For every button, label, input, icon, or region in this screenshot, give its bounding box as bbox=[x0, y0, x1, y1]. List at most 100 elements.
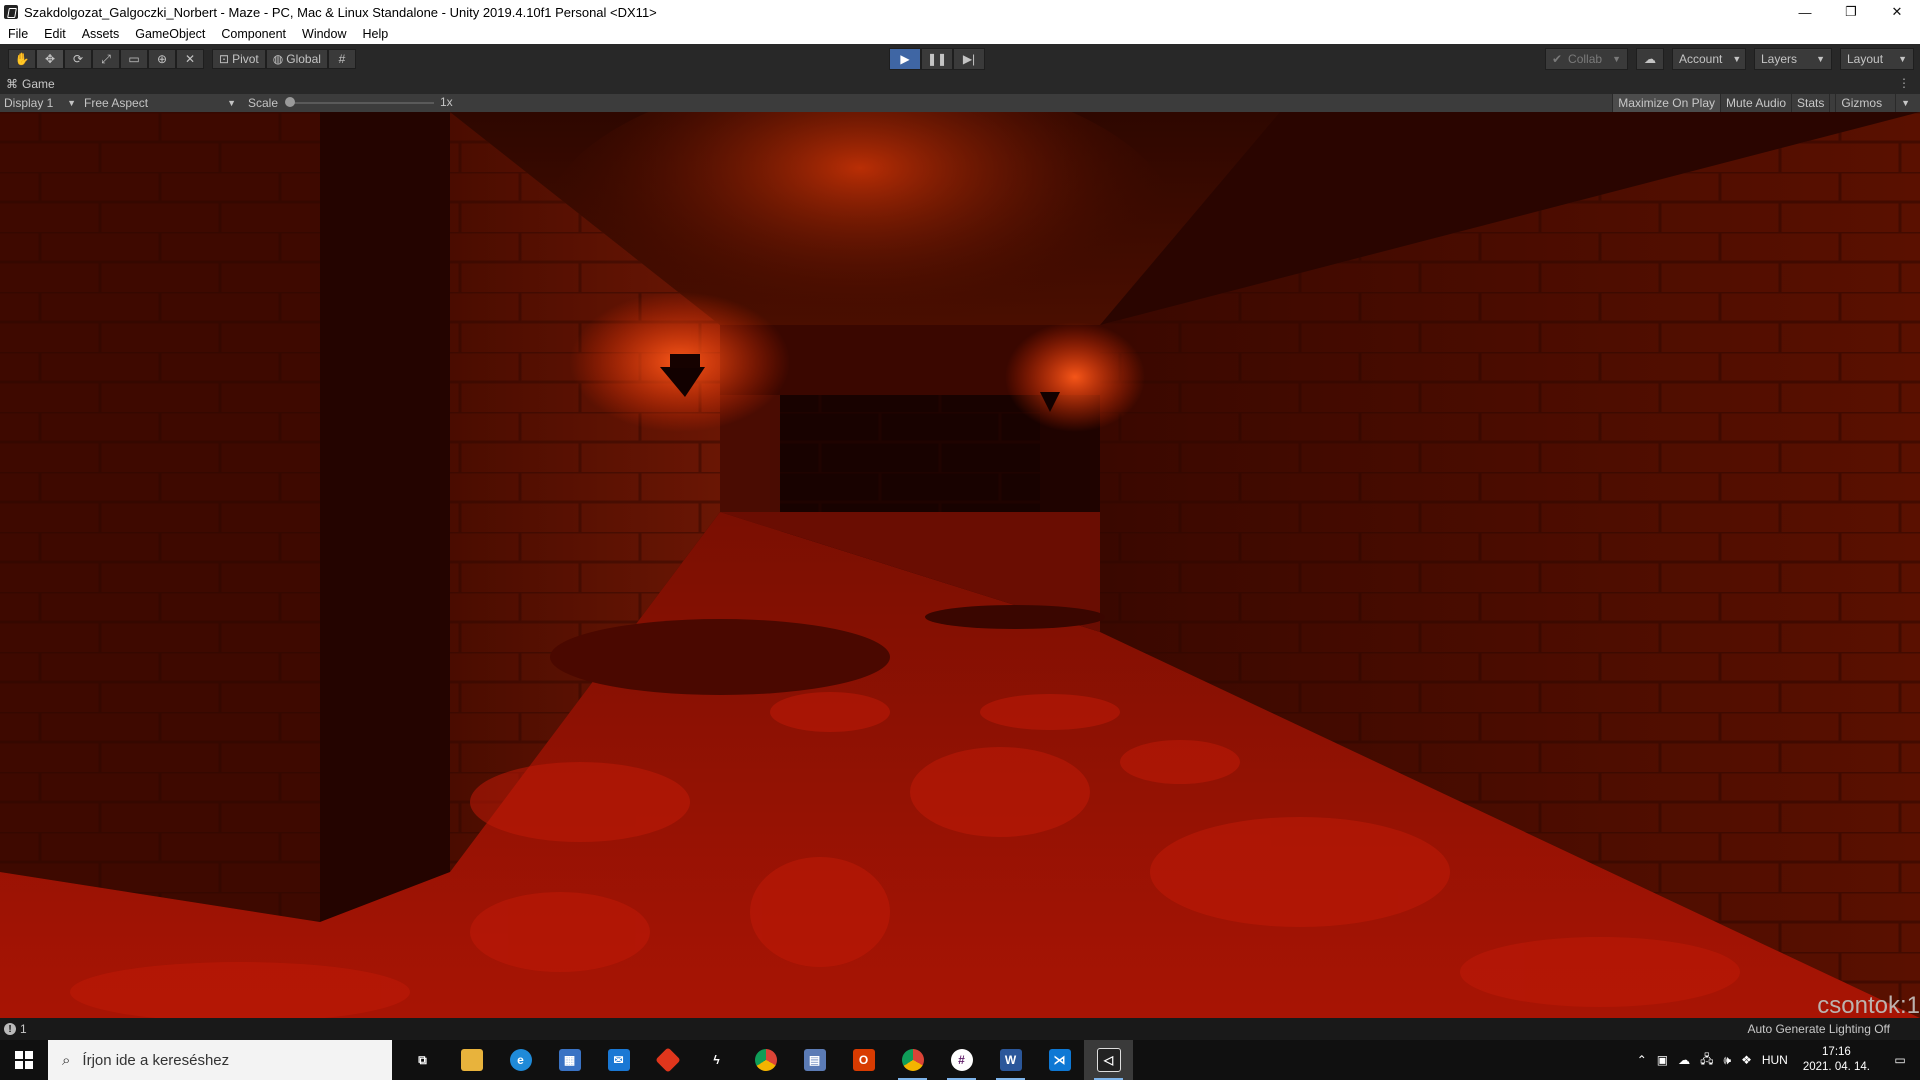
slack-icon[interactable]: # bbox=[937, 1040, 986, 1080]
unity-taskbar-icon[interactable]: ◁ bbox=[1084, 1040, 1133, 1080]
menu-bar: File Edit Assets GameObject Component Wi… bbox=[0, 24, 1920, 45]
rotate-tool-icon[interactable]: ⟳ bbox=[64, 49, 92, 69]
play-controls: ▶ ❚❚ ▶| bbox=[889, 48, 985, 70]
chevron-down-icon: ▼ bbox=[227, 98, 236, 108]
volume-icon[interactable]: 🕪 bbox=[1719, 1053, 1737, 1068]
layers-dropdown[interactable]: Layers ▼ bbox=[1754, 48, 1832, 70]
clock-time: 17:16 bbox=[1822, 1046, 1851, 1058]
mute-audio-toggle[interactable]: Mute Audio bbox=[1720, 94, 1791, 112]
office-icon[interactable]: O bbox=[839, 1040, 888, 1080]
menu-help[interactable]: Help bbox=[354, 27, 396, 41]
red-app-icon[interactable] bbox=[643, 1040, 692, 1080]
window-title: Szakdolgozat_Galgoczki_Norbert - Maze - … bbox=[24, 4, 657, 20]
cloud-icon: ☁ bbox=[1644, 52, 1656, 66]
store-icon[interactable]: ▦ bbox=[545, 1040, 594, 1080]
aspect-dropdown[interactable]: Free Aspect ▼ bbox=[80, 96, 240, 110]
task-view-icon[interactable]: ⧉ bbox=[398, 1040, 447, 1080]
close-button[interactable]: ✕ bbox=[1874, 0, 1920, 24]
account-dropdown[interactable]: Account ▼ bbox=[1672, 48, 1746, 70]
account-label: Account bbox=[1679, 52, 1723, 66]
vscode-icon[interactable]: ⋊ bbox=[1035, 1040, 1084, 1080]
device-icon[interactable]: ▣ bbox=[1652, 1053, 1673, 1067]
restore-button[interactable]: ❐ bbox=[1828, 0, 1874, 24]
edge-icon[interactable]: e bbox=[496, 1040, 545, 1080]
game-toolbar-toggles: Maximize On Play Mute Audio Stats Gizmos… bbox=[1612, 94, 1920, 112]
info-icon: ! bbox=[4, 1023, 16, 1035]
chevron-down-icon: ▼ bbox=[1895, 94, 1915, 112]
taskbar-search[interactable]: ⌕ Írjon ide a kereséshez bbox=[48, 1040, 392, 1080]
menu-file[interactable]: File bbox=[0, 27, 36, 41]
bones-counter: csontok:1 bbox=[1817, 992, 1920, 1019]
menu-assets[interactable]: Assets bbox=[74, 27, 128, 41]
network-icon[interactable]: 🖧 bbox=[1695, 1050, 1718, 1071]
play-button[interactable]: ▶ bbox=[889, 48, 921, 70]
system-tray: ⌃ ▣ ☁ 🖧 🕪 ❖ HUN 17:16 2021. 04. 14. ▭ bbox=[1632, 1040, 1920, 1080]
clock[interactable]: 17:16 2021. 04. 14. bbox=[1793, 1045, 1880, 1075]
calculator-icon[interactable]: ▤ bbox=[790, 1040, 839, 1080]
layers-label: Layers bbox=[1761, 52, 1798, 66]
word-icon[interactable]: W bbox=[986, 1040, 1035, 1080]
maximize-on-play-toggle[interactable]: Maximize On Play bbox=[1612, 94, 1720, 112]
layout-dropdown[interactable]: Layout ▼ bbox=[1840, 48, 1914, 70]
chevron-down-icon: ▼ bbox=[1898, 54, 1907, 64]
display-dropdown[interactable]: Display 1 ▼ bbox=[0, 96, 80, 110]
pause-button[interactable]: ❚❚ bbox=[921, 48, 953, 70]
title-bar: Szakdolgozat_Galgoczki_Norbert - Maze - … bbox=[0, 0, 1920, 24]
grid-snap-icon[interactable]: # bbox=[327, 49, 356, 69]
mail-icon[interactable]: ✉ bbox=[594, 1040, 643, 1080]
handle-toggles: ⊡ Pivot ◍ Global # bbox=[212, 49, 356, 69]
custom-tool-icon[interactable]: ✕ bbox=[176, 49, 204, 69]
hand-tool-icon[interactable]: ✋ bbox=[8, 49, 36, 69]
rect-tool-icon[interactable]: ▭ bbox=[120, 49, 148, 69]
minimize-button[interactable]: — bbox=[1782, 0, 1828, 24]
scale-slider-track[interactable] bbox=[292, 102, 434, 104]
aspect-label: Free Aspect bbox=[84, 96, 149, 110]
lighting-status[interactable]: Auto Generate Lighting Off bbox=[1747, 1022, 1890, 1036]
menu-gameobject[interactable]: GameObject bbox=[127, 27, 213, 41]
collab-label: Collab bbox=[1568, 52, 1603, 66]
game-viewport[interactable] bbox=[0, 112, 1920, 1018]
scene-render bbox=[0, 112, 1920, 1018]
dropbox-icon[interactable]: ❖ bbox=[1736, 1053, 1757, 1067]
global-label: Global bbox=[286, 52, 321, 66]
pivot-toggle[interactable]: ⊡ Pivot bbox=[212, 49, 266, 69]
check-icon: ✔ bbox=[1551, 52, 1563, 66]
window-controls: — ❐ ✕ bbox=[1782, 0, 1920, 24]
gizmos-dropdown[interactable]: Gizmos ▼ bbox=[1829, 94, 1920, 112]
cloud-error-icon[interactable]: ☁ bbox=[1673, 1053, 1695, 1067]
toolbar-right: ✔ Collab ▼ ☁ Account ▼ Layers ▼ Layout ▼ bbox=[1544, 48, 1914, 70]
lightning-app-icon[interactable]: ϟ bbox=[692, 1040, 741, 1080]
notification-icon[interactable]: ▭ bbox=[1880, 1053, 1920, 1067]
pinned-apps: ⧉ e ▦ ✉ ϟ ▤ O # W ⋊ ◁ bbox=[398, 1040, 1133, 1080]
move-tool-icon[interactable]: ✥ bbox=[36, 49, 64, 69]
clock-date: 2021. 04. 14. bbox=[1802, 1061, 1870, 1073]
chevron-up-icon[interactable]: ⌃ bbox=[1632, 1053, 1652, 1067]
step-button[interactable]: ▶| bbox=[953, 48, 985, 70]
unity-icon bbox=[4, 5, 18, 19]
panel-menu-icon[interactable]: ⋮ bbox=[1898, 76, 1910, 90]
tab-game[interactable]: ⌘ Game bbox=[0, 74, 61, 94]
menu-window[interactable]: Window bbox=[294, 27, 354, 41]
console-count-value: 1 bbox=[20, 1022, 27, 1036]
chrome-icon[interactable] bbox=[741, 1040, 790, 1080]
start-button[interactable] bbox=[0, 1040, 48, 1080]
global-toggle[interactable]: ◍ Global bbox=[265, 49, 328, 69]
transform-tool-icon[interactable]: ⊕ bbox=[148, 49, 176, 69]
main-toolbar: ✋ ✥ ⟳ ⤢ ▭ ⊕ ✕ ⊡ Pivot ◍ Global # ▶ ❚❚ ▶| ✔… bbox=[0, 44, 1920, 74]
taskbar: ⌕ Írjon ide a kereséshez ⧉ e ▦ ✉ ϟ ▤ O #… bbox=[0, 1040, 1920, 1080]
language-indicator[interactable]: HUN bbox=[1757, 1053, 1793, 1067]
scale-tool-icon[interactable]: ⤢ bbox=[92, 49, 120, 69]
chevron-down-icon: ▼ bbox=[1612, 54, 1621, 64]
console-count[interactable]: ! 1 bbox=[0, 1022, 27, 1036]
chrome-running-icon[interactable] bbox=[888, 1040, 937, 1080]
status-bar: ! 1 Auto Generate Lighting Off bbox=[0, 1018, 1920, 1040]
file-explorer-icon[interactable] bbox=[447, 1040, 496, 1080]
menu-edit[interactable]: Edit bbox=[36, 27, 74, 41]
menu-component[interactable]: Component bbox=[213, 27, 294, 41]
cloud-button[interactable]: ☁ bbox=[1636, 48, 1664, 70]
stats-toggle[interactable]: Stats bbox=[1791, 94, 1829, 112]
chevron-down-icon: ▼ bbox=[1732, 54, 1742, 64]
collab-button[interactable]: ✔ Collab ▼ bbox=[1544, 48, 1628, 70]
scale-slider-handle[interactable] bbox=[285, 97, 295, 107]
layout-label: Layout bbox=[1847, 52, 1884, 66]
